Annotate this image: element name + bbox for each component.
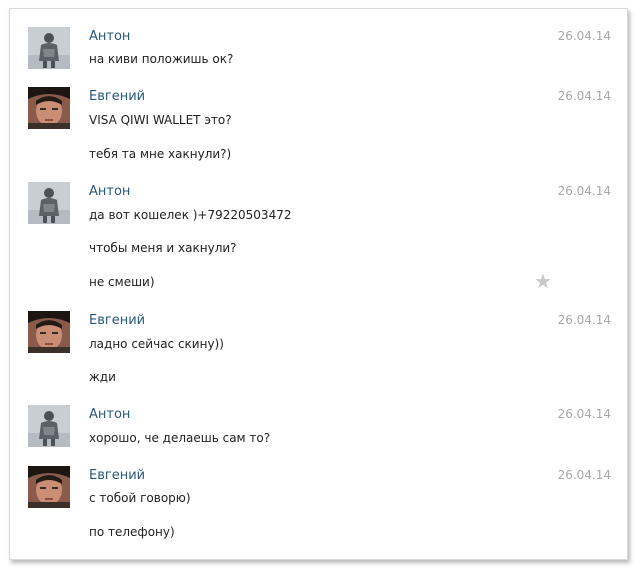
message-text: жди [89,370,116,384]
message-text: хорошо, че делаешь сам то? [89,431,271,445]
author-name[interactable]: Антон [89,29,130,44]
author-name[interactable]: Евгений [89,468,145,483]
author-name[interactable]: Евгений [89,89,145,104]
dialog-history: Антон 26.04.14 на киви положишь ок? Евге… [9,8,628,560]
message-date: 26.04.14 [557,184,611,198]
avatar-evgeny[interactable] [28,87,70,129]
message-date: 26.04.14 [557,407,611,421]
star-icon[interactable]: ★ [534,271,552,291]
message-text: не смеши) [89,275,155,289]
message-text: по телефону) [89,525,175,539]
message-date: 26.04.14 [557,468,611,482]
avatar-evgeny[interactable] [28,311,70,353]
message-text: с тобой говорю) [89,491,191,505]
avatar-anton[interactable] [28,27,70,69]
message-text: VISA QIWI WALLET это? [89,113,232,127]
message-date: 26.04.14 [557,29,611,43]
avatar-anton[interactable] [28,405,70,447]
author-name[interactable]: Евгений [89,313,145,328]
message-date: 26.04.14 [557,89,611,103]
avatar-evgeny[interactable] [28,466,70,508]
message-date: 26.04.14 [557,313,611,327]
message-text: тебя та мне хакнули?) [89,147,232,161]
avatar-anton[interactable] [28,182,70,224]
message-text: да вот кошелек )+79220503472 [89,208,292,222]
author-name[interactable]: Антон [89,407,130,422]
author-name[interactable]: Антон [89,184,130,199]
message-text: чтобы меня и хакнули? [89,241,237,255]
message-text: на киви положишь ок? [89,52,234,66]
message-text: ладно сейчас скину)) [89,337,224,351]
